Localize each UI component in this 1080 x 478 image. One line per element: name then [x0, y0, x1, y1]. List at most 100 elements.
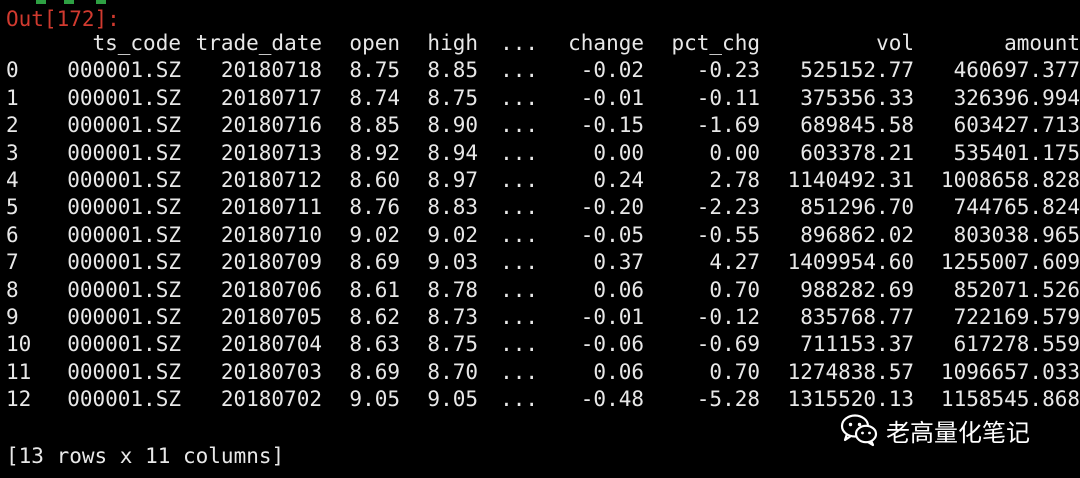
cell-pct-chg: -2.23 [696, 195, 760, 220]
cell-vol: 375356.33 [800, 85, 914, 110]
column-header-ts-code: ts_code [92, 31, 181, 55]
table-row: 7 000001.SZ 20180709 8.69 9.03... 0.37 4.27 140… [0, 249, 1080, 276]
cell-pct-chg: -0.12 [696, 305, 760, 330]
watermark-text: 老高量化笔记 [886, 418, 1030, 447]
column-header-amount: amount [1004, 31, 1080, 55]
cell-open: 8.75 [349, 58, 400, 83]
cell-ellipsis: ... [500, 332, 538, 357]
cell-high: 8.94 [427, 140, 478, 165]
cell-amount: 1096657.033 [940, 359, 1080, 384]
cell-high: 8.73 [427, 305, 478, 330]
table-row: 8 000001.SZ 20180706 8.61 8.78... 0.06 0.70 988… [0, 277, 1080, 304]
table-header-row: ts_code trade_date open high... change pct_ch… [0, 30, 1080, 57]
cell-trade-date: 20180717 [220, 85, 322, 110]
cell-trade-date: 20180709 [220, 250, 322, 275]
table-row: 10 000001.SZ 20180704 8.63 8.75... -0.06 -0.69… [0, 331, 1080, 358]
cell-open: 8.61 [349, 277, 400, 302]
cell-open: 8.60 [349, 168, 400, 193]
table-row: 9 000001.SZ 20180705 8.62 8.73... -0.01 -0.12 8… [0, 304, 1080, 331]
column-header-ellipsis: ... [500, 31, 538, 55]
cell-open: 9.05 [349, 387, 400, 412]
cell-amount: 722169.579 [953, 305, 1080, 330]
cell-open: 8.74 [349, 85, 400, 110]
cell-trade-date: 20180706 [220, 277, 322, 302]
cell-change: 0.24 [593, 168, 644, 193]
column-header-trade-date: trade_date [195, 31, 322, 55]
cell-trade-date: 20180705 [220, 305, 322, 330]
cell-ts-code: 000001.SZ [67, 140, 181, 165]
cell-trade-date: 20180711 [220, 195, 322, 220]
cell-index: 9 [6, 305, 19, 330]
cell-high: 8.75 [427, 85, 478, 110]
cell-ellipsis: ... [500, 250, 538, 275]
cell-pct-chg: 2.78 [709, 168, 760, 193]
cell-change: -0.06 [580, 332, 644, 357]
table-row: 3 000001.SZ 20180713 8.92 8.94... 0.00 0.00 603… [0, 140, 1080, 167]
cell-ts-code: 000001.SZ [67, 250, 181, 275]
cell-change: -0.01 [580, 305, 644, 330]
cell-pct-chg: -5.28 [696, 387, 760, 412]
cell-high: 8.83 [427, 195, 478, 220]
cell-pct-chg: -0.69 [696, 332, 760, 357]
cell-vol: 851296.70 [800, 195, 914, 220]
cell-change: 0.37 [593, 250, 644, 275]
column-header-vol: vol [876, 31, 914, 55]
cell-high: 8.78 [427, 277, 478, 302]
cell-index: 0 [6, 58, 19, 83]
cell-index: 12 [6, 387, 32, 412]
cell-pct-chg: 0.70 [709, 359, 760, 384]
cell-index: 1 [6, 85, 19, 110]
cell-vol: 988282.69 [800, 277, 914, 302]
table-row: 2 000001.SZ 20180716 8.85 8.90... -0.15 -1.69 6… [0, 112, 1080, 139]
cell-pct-chg: -1.69 [696, 113, 760, 138]
column-header-index [0, 30, 54, 57]
cell-pct-chg: -0.55 [696, 222, 760, 247]
wechat-icon [840, 414, 878, 447]
cell-change: -0.02 [580, 58, 644, 83]
cell-ellipsis: ... [500, 195, 538, 220]
cell-vol: 1315520.13 [787, 387, 914, 412]
cell-vol: 603378.21 [800, 140, 914, 165]
cell-trade-date: 20180702 [220, 387, 322, 412]
cell-trade-date: 20180710 [220, 222, 322, 247]
cell-vol: 1274838.57 [787, 359, 914, 384]
cell-ellipsis: ... [500, 359, 538, 384]
column-header-high: high [427, 31, 478, 55]
cell-amount: 1008658.828 [940, 168, 1080, 193]
table-row: 0 000001.SZ 20180718 8.75 8.85... -0.02 -0.23 5… [0, 57, 1080, 84]
column-header-change: change [568, 31, 644, 55]
cell-ellipsis: ... [500, 85, 538, 110]
cell-amount: 1158545.868 [940, 387, 1080, 412]
cell-pct-chg: 0.70 [709, 277, 760, 302]
cell-change: 0.06 [593, 359, 644, 384]
cell-amount: 1255007.609 [940, 250, 1080, 275]
cell-ts-code: 000001.SZ [67, 277, 181, 302]
cell-ellipsis: ... [500, 387, 538, 412]
cell-pct-chg: -0.23 [696, 58, 760, 83]
cell-open: 9.02 [349, 222, 400, 247]
cell-vol: 835768.77 [800, 305, 914, 330]
watermark: 老高量化笔记 [840, 412, 1030, 448]
cell-change: -0.20 [580, 195, 644, 220]
cell-index: 10 [6, 332, 32, 357]
cell-index: 7 [6, 250, 19, 275]
cell-amount: 460697.377 [953, 58, 1080, 83]
cell-index: 6 [6, 222, 19, 247]
cell-index: 11 [6, 359, 32, 384]
cell-ts-code: 000001.SZ [67, 195, 181, 220]
cell-ts-code: 000001.SZ [67, 85, 181, 110]
cell-ellipsis: ... [500, 113, 538, 138]
cell-ts-code: 000001.SZ [67, 113, 181, 138]
cell-high: 8.85 [427, 58, 478, 83]
cell-vol: 689845.58 [800, 113, 914, 138]
cell-ellipsis: ... [500, 305, 538, 330]
table-body: 0 000001.SZ 20180718 8.75 8.85... -0.02 -0.23 5… [0, 57, 1080, 413]
cell-open: 8.92 [349, 140, 400, 165]
cell-open: 8.69 [349, 359, 400, 384]
cell-ellipsis: ... [500, 168, 538, 193]
cell-change: 0.06 [593, 277, 644, 302]
cell-open: 8.69 [349, 250, 400, 275]
cell-change: 0.00 [593, 140, 644, 165]
cell-high: 9.02 [427, 222, 478, 247]
dataframe-table: ts_code trade_date open high... change pct_ch… [0, 30, 1080, 414]
